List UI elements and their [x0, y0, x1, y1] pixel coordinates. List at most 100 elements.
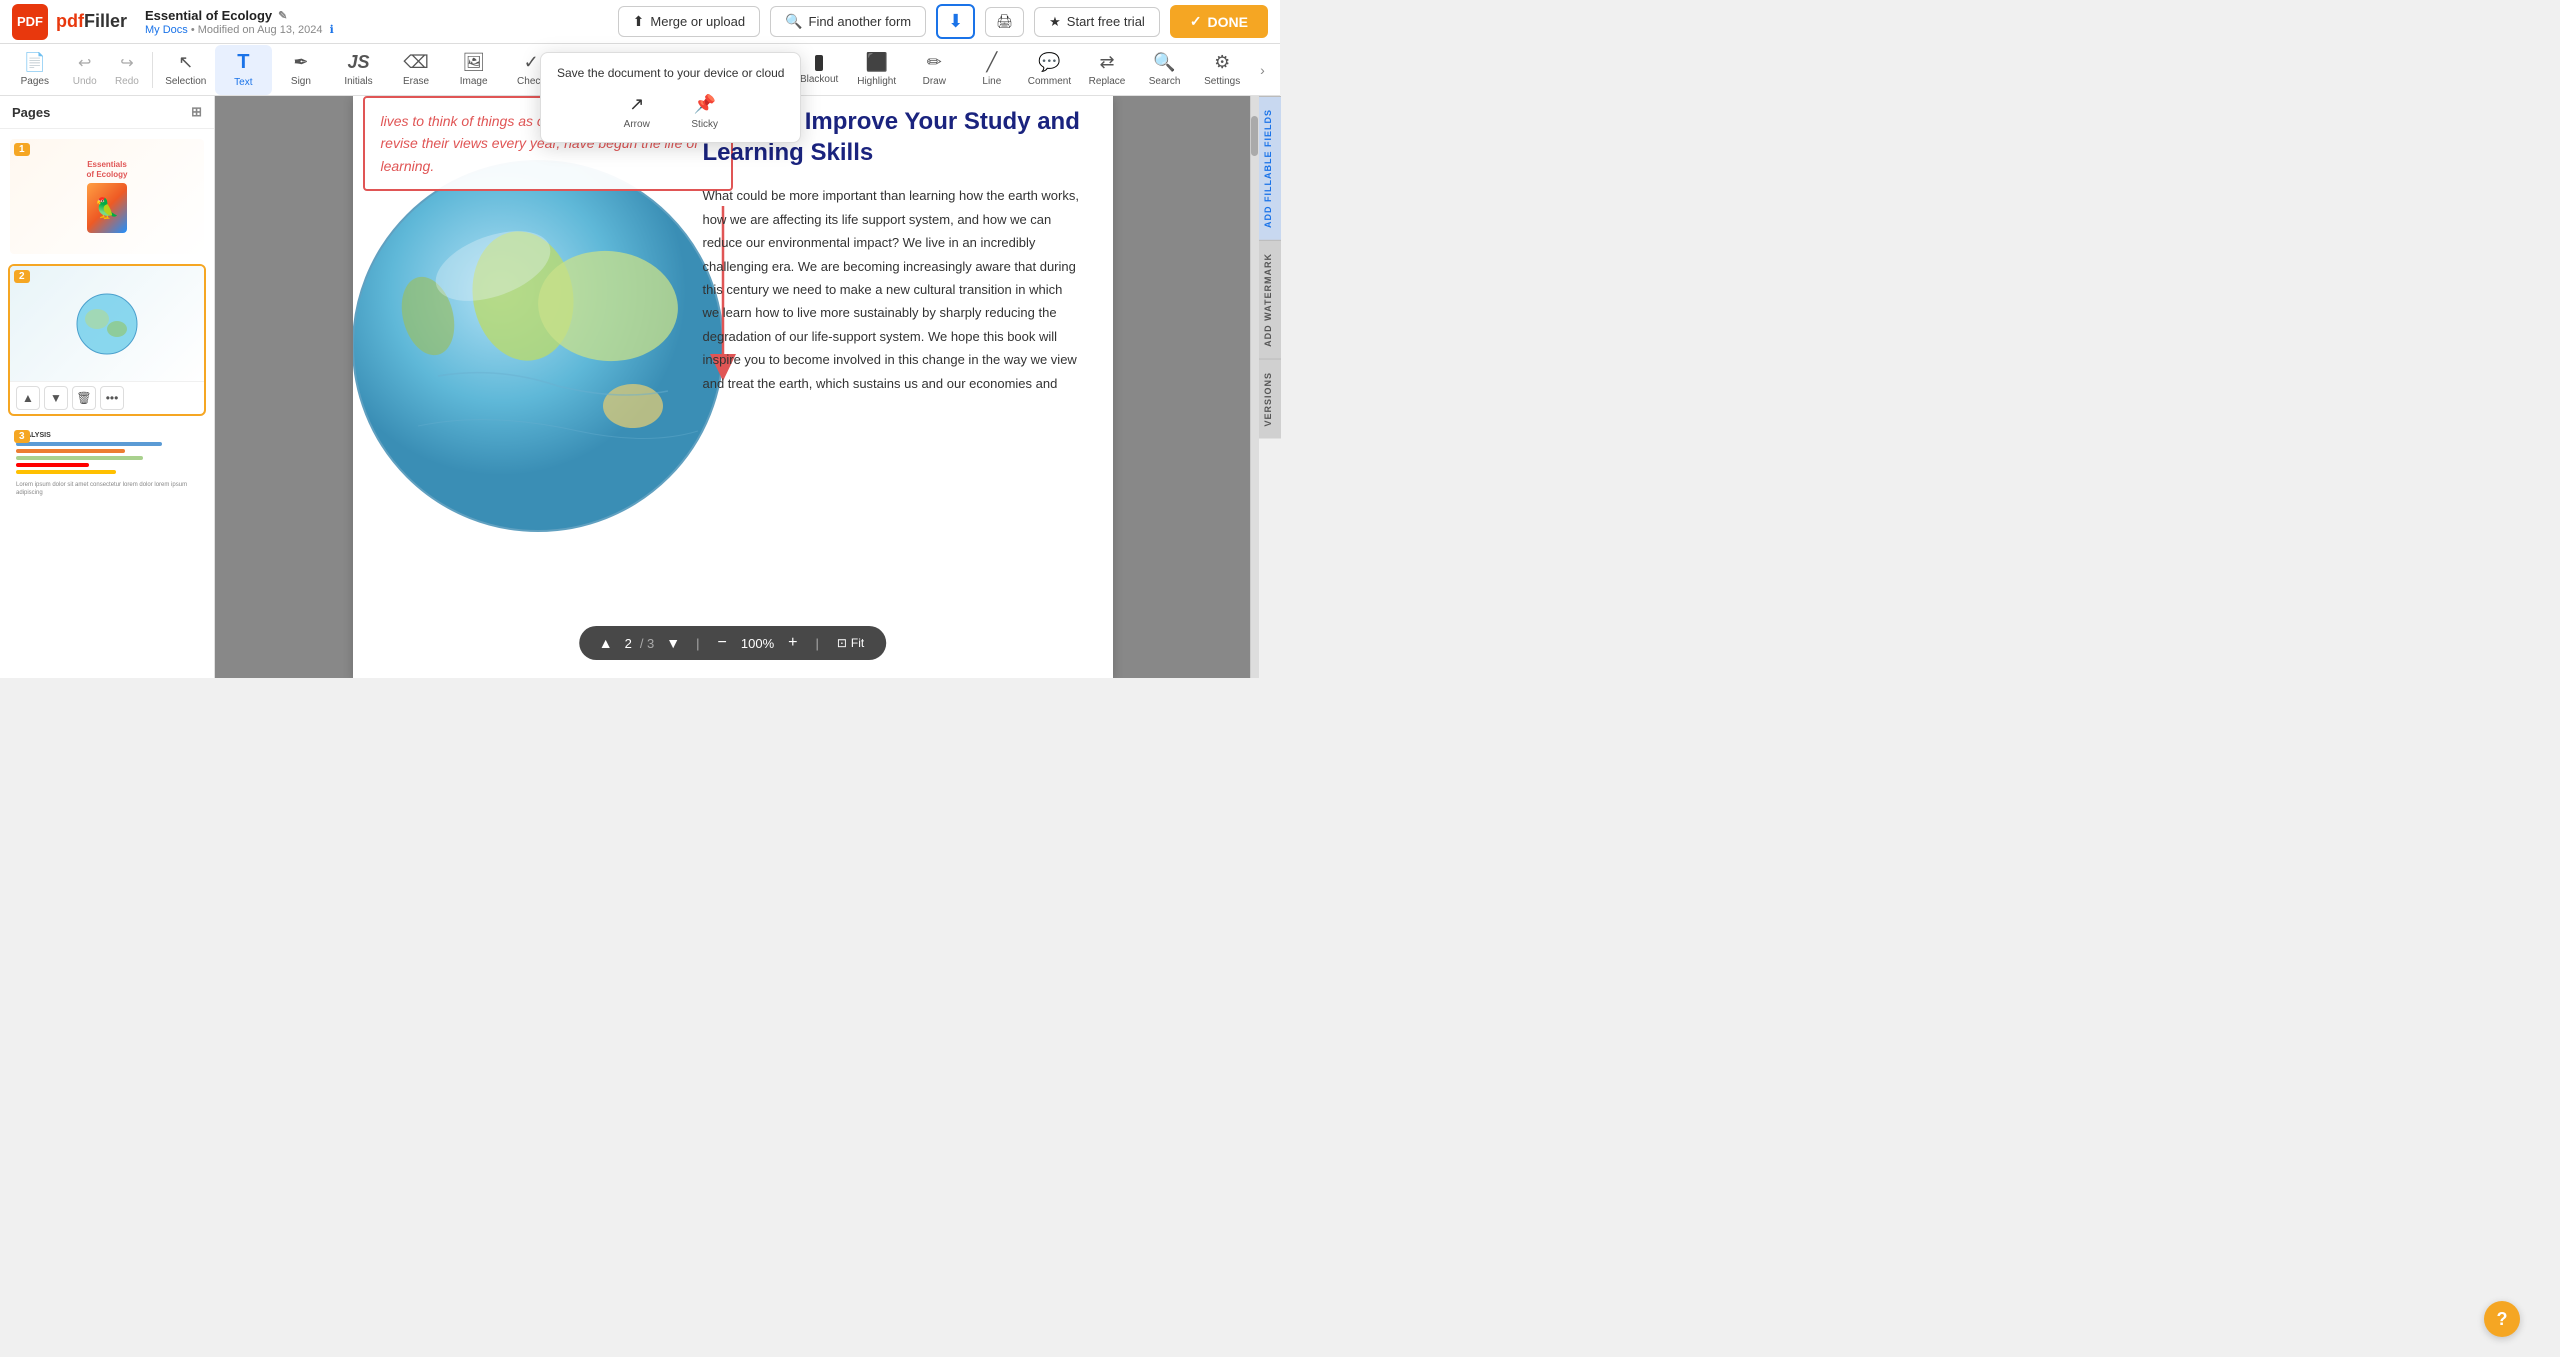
page-down-button[interactable]: ▼ [44, 386, 68, 410]
erase-icon: ⌫ [403, 52, 428, 73]
initials-icon: JS [347, 52, 369, 73]
page-next-button[interactable]: ▼ [662, 633, 684, 653]
settings-icon: ⚙ [1214, 52, 1230, 73]
page-2-num: 2 [14, 270, 30, 283]
find-icon: 🔍 [785, 13, 802, 30]
page-3-num: 3 [14, 430, 30, 443]
sidebar-options-icon[interactable]: ⊞ [191, 104, 202, 120]
right-body: What could be more important than learni… [703, 184, 1083, 395]
zoom-in-button[interactable]: + [782, 632, 803, 654]
line-tool[interactable]: ╱ Line [963, 45, 1021, 95]
zoom-out-button[interactable]: − [712, 632, 733, 654]
replace-tool[interactable]: ⇄ Replace [1078, 45, 1136, 95]
page-more-button[interactable]: ••• [100, 386, 124, 410]
print-icon: 🖨 [996, 14, 1013, 30]
arrow-label: Arrow [624, 119, 650, 130]
sticky-label: Sticky [691, 119, 718, 130]
line-icon: ╱ [986, 52, 997, 73]
page-up-button[interactable]: ▲ [16, 386, 40, 410]
find-form-button[interactable]: 🔍 Find another form [770, 6, 926, 37]
sticky-icon: 📌 [694, 94, 716, 115]
download-button[interactable]: ⬇ [936, 4, 975, 39]
page-divider: / 3 [640, 636, 654, 651]
image-tool[interactable]: 🖼 Image [445, 45, 503, 95]
initials-tool[interactable]: JS Initials [330, 45, 388, 95]
comment-icon: 💬 [1038, 52, 1060, 73]
trial-star-icon: ★ [1049, 14, 1061, 30]
blackout-icon: ■ [815, 55, 823, 71]
page-thumb-2[interactable]: 2 ▲ ▼ 🗑 ••• [8, 264, 206, 416]
logo-area: PDF pdfFiller [12, 4, 127, 40]
main-layout: Pages ⊞ 1 Essentialsof Ecology 🦜 [0, 96, 1280, 678]
tooltip-text: Save the document to your device or clou… [557, 65, 784, 82]
current-page: 2 [625, 636, 632, 651]
globe-thumb-svg [72, 289, 142, 359]
replace-icon: ⇄ [1099, 52, 1114, 73]
pages-tool[interactable]: 📄 Pages [6, 45, 64, 95]
page-thumb-3[interactable]: 3 ANALYSIS Lorem ipsum dolor sit amet co… [8, 424, 206, 543]
undo-button[interactable]: ↩ Undo [64, 45, 106, 95]
logo-icon-text: PDF [17, 14, 43, 29]
sign-tool[interactable]: ✒ Sign [272, 45, 330, 95]
redo-icon: ↪ [120, 53, 133, 73]
doc-name: Essential of Ecology ✎ [145, 8, 334, 23]
settings-tool[interactable]: ⚙ Settings [1193, 45, 1251, 95]
draw-icon: ✏ [927, 52, 942, 73]
top-bar: PDF pdfFiller Essential of Ecology ✎ My … [0, 0, 1280, 44]
comment-tool[interactable]: 💬 Comment [1021, 45, 1079, 95]
right-panels: ADD FILLABLE FIELDS ADD WATERMARK VERSIO… [1258, 96, 1280, 678]
scroll-track[interactable] [1250, 96, 1258, 678]
download-icon: ⬇ [948, 11, 963, 32]
print-button[interactable]: 🖨 [985, 7, 1024, 37]
redo-button[interactable]: ↪ Redo [106, 45, 148, 95]
toolbar-expand[interactable]: › [1251, 45, 1274, 95]
add-watermark-tab[interactable]: ADD WATERMARK [1259, 240, 1281, 359]
check-icon: ✓ [524, 52, 539, 73]
image-icon: 🖼 [462, 52, 485, 73]
help-button[interactable]: ? [2484, 1301, 2520, 1337]
undo-icon: ↩ [78, 53, 91, 73]
erase-tool[interactable]: ⌫ Erase [387, 45, 445, 95]
arrow-action[interactable]: ↗ Arrow [607, 94, 667, 130]
add-fillable-fields-tab[interactable]: ADD FILLABLE FIELDS [1259, 96, 1281, 240]
page-3-preview: ANALYSIS Lorem ipsum dolor sit amet cons… [10, 426, 204, 541]
sidebar-pages: 1 Essentialsof Ecology 🦜 2 [0, 129, 214, 678]
zoom-level: 100% [741, 636, 774, 651]
page-delete-button[interactable]: 🗑 [72, 386, 96, 410]
done-button[interactable]: ✓ DONE [1170, 5, 1268, 38]
selection-icon: ↖ [178, 52, 193, 73]
sign-icon: ✒ [293, 52, 308, 73]
logo-text: pdfFiller [56, 11, 127, 32]
highlight-tool[interactable]: ⬛ Highlight [848, 45, 906, 95]
sidebar: Pages ⊞ 1 Essentialsof Ecology 🦜 [0, 96, 215, 678]
search-tool[interactable]: 🔍 Search [1136, 45, 1194, 95]
fit-button[interactable]: ⊡ Fit [831, 634, 870, 652]
toolbar: 📄 Pages ↩ Undo ↪ Redo ↖ Selection T Text… [0, 44, 1280, 96]
selection-tool[interactable]: ↖ Selection [157, 45, 215, 95]
page-thumb-1[interactable]: 1 Essentialsof Ecology 🦜 [8, 137, 206, 256]
highlight-icon: ⬛ [865, 52, 887, 73]
trial-button[interactable]: ★ Start free trial [1034, 7, 1160, 37]
doc-title: Essential of Ecology ✎ My Docs • Modifie… [145, 8, 334, 36]
merge-upload-button[interactable]: ⬆ Merge or upload [618, 6, 760, 37]
text-icon: T [237, 51, 249, 74]
page-nav-bar: ▲ 2 / 3 ▼ | − 100% + | ⊡ Fit [579, 626, 887, 660]
text-tool[interactable]: T Text [215, 45, 273, 95]
right-content: You Can Improve Your Study and Learning … [703, 106, 1083, 395]
draw-tool[interactable]: ✏ Draw [905, 45, 963, 95]
sidebar-title: Pages [12, 105, 50, 120]
page-prev-button[interactable]: ▲ [595, 633, 617, 653]
page-1-num: 1 [14, 143, 30, 156]
breadcrumb-link[interactable]: My Docs [145, 24, 188, 36]
versions-tab[interactable]: VERSIONS [1259, 359, 1281, 439]
search-icon: 🔍 [1153, 52, 1175, 73]
logo-icon: PDF [12, 4, 48, 40]
tooltip-popup: Save the document to your device or clou… [540, 52, 801, 143]
scroll-thumb[interactable] [1251, 116, 1258, 156]
fit-label: Fit [851, 636, 864, 650]
sticky-action[interactable]: 📌 Sticky [675, 94, 735, 130]
done-check-icon: ✓ [1190, 13, 1202, 30]
edit-title-icon[interactable]: ✎ [278, 9, 287, 22]
sidebar-header: Pages ⊞ [0, 96, 214, 129]
arrow-icon: ↗ [629, 94, 644, 115]
